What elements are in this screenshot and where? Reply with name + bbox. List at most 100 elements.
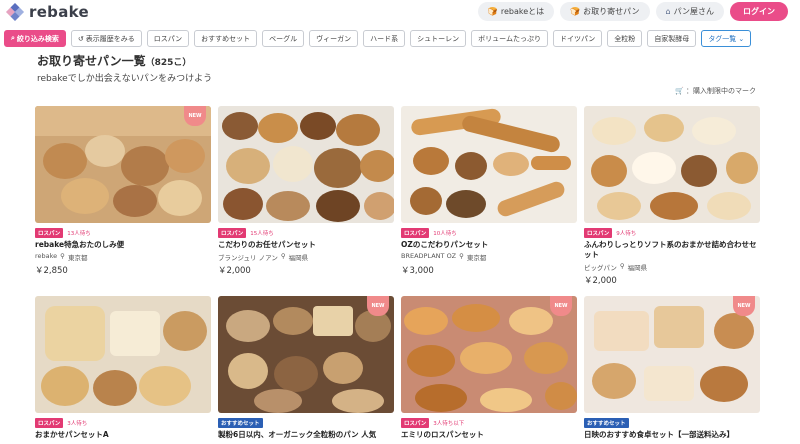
product-image-loaf-set [35, 296, 211, 413]
category-badge: ロスパン [584, 227, 613, 238]
product-card[interactable]: NEW おすすめセット 日映のおすすめ食卓セット【一部送料込み】 [584, 296, 760, 440]
bread-icon: 🍞 [570, 7, 581, 16]
nav-shops-label: パン屋さん [673, 7, 714, 16]
tag-chip[interactable]: ヴィーガン [309, 30, 359, 47]
shop-location: 福岡県 [627, 264, 648, 272]
product-card[interactable]: ロスパン 15人待ち こだわりのお任せパンセット ブランジュリ ノアン ⚲ 福岡県 … [218, 106, 394, 276]
legend-label: ：購入制限中のマーク [686, 87, 756, 95]
product-image[interactable] [401, 106, 577, 223]
waitlist-count: 13人待ち [67, 230, 91, 237]
shop-location: 東京都 [67, 254, 88, 262]
category-badge: おすすめセット [218, 417, 263, 428]
product-image-bread-assortment [218, 106, 394, 223]
product-image[interactable]: NEW [401, 296, 577, 413]
product-image-bread-box [35, 106, 211, 223]
tag-chip[interactable]: 全粒粉 [607, 30, 643, 47]
shop-name[interactable]: BREADPLANT OZ [401, 252, 456, 262]
product-price: ￥2,850 [35, 266, 68, 276]
category-badge: ロスパン [35, 227, 64, 238]
new-badge: NEW [367, 296, 389, 316]
location-pin-icon: ⚲ [459, 252, 464, 260]
product-image[interactable] [35, 296, 211, 413]
shop-name[interactable]: ピッグパン [584, 262, 617, 272]
tag-chip[interactable]: 自家製酵母 [647, 30, 697, 47]
product-card[interactable]: NEW おすすめセット 製粉6日以内、オーガニック全粒粉のパン 人気 [218, 296, 394, 440]
tag-chip[interactable]: ベーグル [262, 30, 305, 47]
product-image-baguettes [401, 106, 577, 223]
shop-location: 福岡県 [288, 254, 309, 262]
product-name[interactable]: rebake特急おたのしみ便 [35, 240, 211, 250]
product-image-table-bread [584, 296, 760, 413]
product-image[interactable]: NEW [218, 296, 394, 413]
shop-icon: ⌂ [665, 7, 671, 16]
category-badge: ロスパン [401, 417, 430, 428]
product-name[interactable]: おまかせパンセットA [35, 430, 211, 440]
tag-list-label: タグ一覧 [708, 34, 737, 43]
logo[interactable]: rebake [6, 3, 89, 21]
new-badge: NEW [550, 296, 572, 316]
shop-name[interactable]: rebake [35, 252, 57, 262]
rebake-logo-icon [6, 3, 24, 21]
view-history-button[interactable]: ↺ 表示履歴をみる [70, 30, 142, 47]
product-image[interactable]: NEW [584, 296, 760, 413]
product-card[interactable]: ロスパン 10人待ち OZのこだわりパンセット BREADPLANT OZ ⚲ 東京… [401, 106, 577, 276]
page-title: お取り寄せパン一覧（825こ） [37, 52, 191, 69]
nav-products-button[interactable]: 🍞 お取り寄せパン [560, 2, 650, 21]
category-badge: ロスパン [218, 227, 247, 238]
product-name[interactable]: ふんわりしっとりソフト系のおまかせ詰め合わせセット [584, 240, 760, 260]
product-count: （825こ） [145, 58, 192, 68]
product-card[interactable]: ロスパン 3人待ち おまかせパンセットA [35, 296, 211, 440]
product-price: ￥2,000 [218, 266, 251, 276]
login-button[interactable]: ログイン [730, 2, 788, 21]
product-card[interactable]: NEW ロスパン 13人待ち rebake特急おたのしみ便 rebake ⚲ 東京都… [35, 106, 211, 276]
product-card[interactable]: ロスパン 9人待ち ふんわりしっとりソフト系のおまかせ詰め合わせセット ピッグパ… [584, 106, 760, 286]
tag-chip[interactable]: おすすめセット [194, 30, 258, 47]
category-badge: ロスパン [401, 227, 430, 238]
location-pin-icon: ⚲ [280, 252, 286, 260]
product-price: ￥2,000 [584, 276, 617, 286]
product-name[interactable]: 製粉6日以内、オーガニック全粒粉のパン 人気 [218, 430, 394, 440]
product-name[interactable]: こだわりのお任せパンセット [218, 240, 394, 250]
tag-chip[interactable]: ハード系 [363, 30, 406, 47]
tag-chip[interactable]: ドイツパン [552, 30, 603, 47]
purchase-limit-legend: 🛒 ：購入制限中のマーク [675, 86, 756, 96]
chevron-down-icon: ⌄ [738, 34, 745, 43]
tag-chip[interactable]: シュトーレン [410, 30, 467, 47]
new-badge: NEW [733, 296, 755, 316]
product-card[interactable]: NEW ロスパン 3人待ち以下 エミリのロスパンセット [401, 296, 577, 440]
tag-chip[interactable]: ロスパン [146, 30, 190, 47]
product-image-croissants [401, 296, 577, 413]
product-image-whole-grain [218, 296, 394, 413]
shop-location: 東京都 [466, 254, 487, 262]
product-name[interactable]: OZのこだわりパンセット [401, 240, 577, 250]
location-pin-icon: ⚲ [60, 252, 65, 260]
category-badge: おすすめセット [584, 417, 629, 428]
tag-list-dropdown[interactable]: タグ一覧 ⌄ [701, 30, 752, 47]
nav-about-button[interactable]: 🍞 rebakeとは [477, 2, 555, 21]
nav-shops-button[interactable]: ⌂ パン屋さん [655, 2, 724, 21]
refine-search-label: 絞り込み検索 [16, 34, 59, 43]
product-image[interactable]: NEW [35, 106, 211, 223]
waitlist-count: 15人待ち [250, 230, 274, 237]
page-title-text: お取り寄せパン一覧 [37, 54, 146, 68]
waitlist-count: 3人待ち [67, 420, 88, 427]
product-image[interactable] [218, 106, 394, 223]
view-history-label: 表示履歴をみる [85, 34, 135, 43]
location-pin-icon: ⚲ [619, 262, 625, 270]
waitlist-count: 9人待ち [616, 230, 637, 237]
new-badge: NEW [184, 106, 206, 126]
refine-search-button[interactable]: ⌕ 絞り込み検索 [4, 30, 66, 47]
page-subtitle: rebakeでしか出会えないパンをみつけよう [37, 74, 213, 84]
logo-text: rebake [29, 3, 89, 21]
product-price: ￥3,000 [401, 266, 434, 276]
product-name[interactable]: 日映のおすすめ食卓セット【一部送料込み】 [584, 430, 760, 440]
history-icon: ↺ [77, 34, 84, 43]
shop-name[interactable]: ブランジュリ ノアン [218, 252, 278, 262]
waitlist-count: 3人待ち以下 [433, 420, 465, 427]
tag-chip[interactable]: ボリュームたっぷり [471, 30, 548, 47]
header: rebake 🍞 rebakeとは 🍞 お取り寄せパン ⌂ パン屋さん ログイン [0, 0, 800, 26]
cart-icon: 🛒 [675, 87, 684, 95]
product-image[interactable] [584, 106, 760, 223]
product-name[interactable]: エミリのロスパンセット [401, 430, 577, 440]
category-badge: ロスパン [35, 417, 64, 428]
